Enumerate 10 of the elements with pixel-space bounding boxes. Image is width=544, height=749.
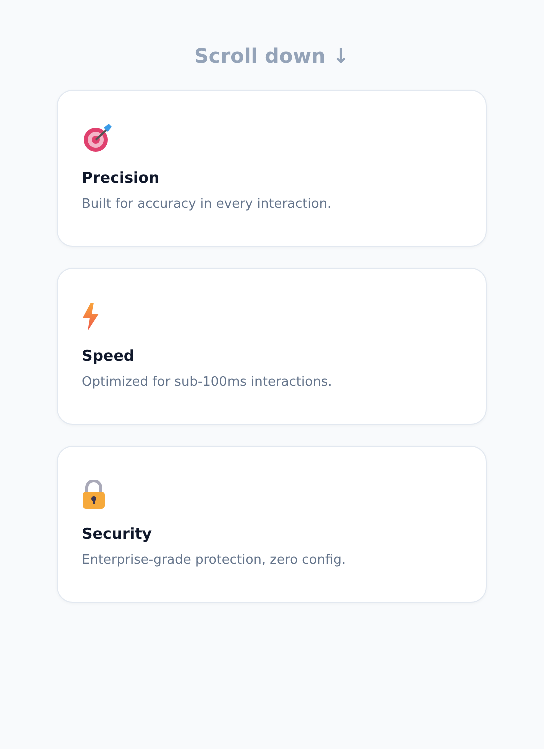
page-heading: Scroll down ↓: [193, 43, 351, 70]
lightning-icon: [82, 303, 100, 331]
card-title: Precision: [82, 168, 161, 189]
card-title: Speed: [82, 346, 136, 367]
card-description: Enterprise-grade protection, zero config.: [82, 552, 348, 570]
target-icon: [82, 124, 114, 154]
card-title: Security: [82, 524, 154, 545]
card-description: Optimized for sub-100ms interactions.: [82, 374, 334, 392]
card-description: Built for accuracy in every interaction.: [82, 196, 333, 214]
lock-icon: [82, 480, 106, 510]
